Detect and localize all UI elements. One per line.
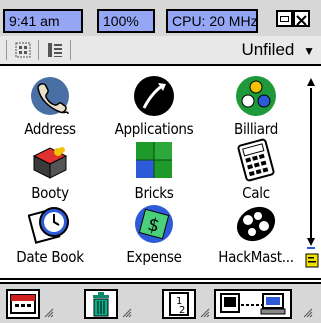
cpu-indicator[interactable]: CPU: 20 MHz bbox=[166, 9, 258, 33]
number-1-2-icon: 1 2 bbox=[169, 292, 189, 316]
icon-view-button[interactable] bbox=[12, 39, 34, 61]
launcher-bar: 1 2 bbox=[0, 282, 321, 323]
app-label: HackMast... bbox=[218, 248, 294, 266]
scrollbar[interactable] bbox=[305, 76, 317, 276]
app-bricks[interactable]: Bricks bbox=[104, 134, 204, 204]
svg-text:2: 2 bbox=[179, 305, 185, 316]
category-dropdown[interactable]: Unfiled ▼ bbox=[241, 39, 315, 61]
app-applications[interactable]: Applications bbox=[104, 70, 204, 140]
treasure-chest-icon bbox=[32, 147, 68, 179]
clock[interactable]: 9:41 am bbox=[3, 9, 83, 33]
dollar-bill-icon: $ bbox=[135, 205, 173, 243]
calendar-icon bbox=[10, 294, 36, 314]
grip-icon bbox=[44, 308, 54, 318]
app-calc[interactable]: Calc bbox=[206, 134, 306, 204]
hack-gears-icon bbox=[236, 206, 276, 242]
app-address[interactable]: Address bbox=[0, 70, 100, 140]
app-booty[interactable]: Booty bbox=[0, 134, 100, 204]
toolbar-divider bbox=[6, 40, 7, 60]
app-hackmaster[interactable]: HackMast... bbox=[206, 198, 306, 268]
chevron-down-icon: ▼ bbox=[303, 44, 315, 58]
trash-icon bbox=[93, 292, 109, 317]
app-date-book[interactable]: Date Book bbox=[0, 198, 100, 268]
toolbar-divider bbox=[38, 40, 39, 60]
category-label: Unfiled bbox=[241, 40, 295, 59]
sync-button[interactable] bbox=[214, 289, 292, 319]
launcher-arrow-icon bbox=[134, 76, 174, 116]
grip-icon bbox=[122, 308, 132, 318]
app-label: Expense bbox=[126, 248, 182, 266]
bricks-icon bbox=[136, 142, 172, 178]
app-label: Date Book bbox=[16, 248, 84, 266]
battery-indicator[interactable]: 100% bbox=[97, 9, 155, 33]
status-bar: 9:41 am 100% CPU: 20 MHz bbox=[0, 0, 321, 36]
list-view-icon bbox=[48, 43, 62, 57]
note-icon[interactable] bbox=[305, 252, 319, 268]
view-toolbar: Unfiled ▼ bbox=[0, 36, 321, 64]
grip-icon bbox=[303, 308, 313, 318]
trash-button[interactable] bbox=[84, 289, 118, 319]
calculator-icon bbox=[237, 138, 275, 182]
app-grid: Address Applications Billiard Booty Bric… bbox=[0, 64, 321, 280]
calendar-button[interactable] bbox=[6, 289, 40, 319]
grip-icon bbox=[200, 308, 210, 318]
app-billiard[interactable]: Billiard bbox=[206, 70, 306, 140]
numbers-button[interactable]: 1 2 bbox=[162, 289, 196, 319]
app-expense[interactable]: $ Expense bbox=[104, 198, 204, 268]
minimize-icon[interactable] bbox=[276, 10, 293, 27]
toolbar-divider bbox=[70, 40, 71, 60]
billiard-balls-icon bbox=[236, 76, 276, 116]
phone-icon bbox=[31, 77, 69, 115]
computer-sync-icon bbox=[220, 293, 286, 315]
clock-calendar-icon bbox=[28, 207, 69, 244]
icon-view-icon bbox=[15, 42, 31, 58]
list-view-button[interactable] bbox=[44, 39, 66, 61]
close-icon[interactable] bbox=[293, 10, 310, 27]
